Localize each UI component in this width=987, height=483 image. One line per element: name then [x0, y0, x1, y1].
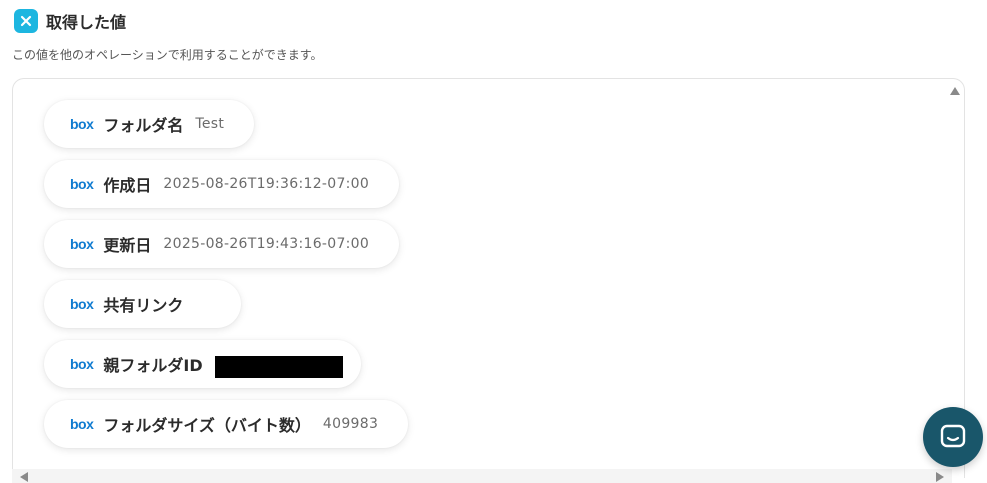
- box-logo-icon: box: [70, 356, 94, 372]
- values-panel: box フォルダ名 Test box 作成日 2025-08-26T19:36:…: [12, 78, 965, 478]
- horizontal-scrollbar[interactable]: [12, 469, 952, 483]
- section-title: 取得した値: [46, 13, 127, 32]
- chip-value: Test: [195, 116, 225, 132]
- value-chip-folder-size[interactable]: box フォルダサイズ（バイト数） 409983: [44, 400, 409, 448]
- chip-label: 共有リンク: [103, 296, 184, 315]
- box-logo-icon: box: [70, 176, 94, 192]
- section-header: 取得した値: [14, 8, 126, 34]
- chat-icon: [940, 424, 966, 448]
- value-chip-updated-at[interactable]: box 更新日 2025-08-26T19:43:16-07:00: [44, 220, 400, 268]
- box-logo-icon: box: [70, 416, 94, 432]
- chip-label: フォルダサイズ（バイト数）: [103, 416, 311, 435]
- chat-launcher-button[interactable]: [923, 407, 983, 467]
- chip-value: 2025-08-26T19:36:12-07:00: [163, 176, 370, 192]
- redacted-value: [214, 356, 343, 378]
- scroll-left-arrow-icon[interactable]: [20, 472, 28, 482]
- value-chip-folder-name[interactable]: box フォルダ名 Test: [44, 100, 255, 148]
- scroll-right-arrow-icon[interactable]: [936, 472, 944, 482]
- box-logo-icon: box: [70, 236, 94, 252]
- box-logo-icon: box: [70, 296, 94, 312]
- box-logo-icon: box: [70, 116, 94, 132]
- value-chip-parent-folder-id[interactable]: box 親フォルダID: [44, 340, 361, 388]
- chip-label: 更新日: [103, 236, 152, 255]
- scroll-up-arrow-icon[interactable]: [950, 87, 960, 95]
- value-chip-created-at[interactable]: box 作成日 2025-08-26T19:36:12-07:00: [44, 160, 400, 208]
- yoom-x-icon: [14, 9, 38, 33]
- chip-label: 親フォルダID: [103, 356, 203, 375]
- value-chip-shared-link[interactable]: box 共有リンク: [44, 280, 242, 328]
- chip-value: 2025-08-26T19:43:16-07:00: [163, 236, 370, 252]
- chip-value: 409983: [322, 416, 379, 432]
- chip-label: フォルダ名: [103, 116, 184, 135]
- chip-label: 作成日: [103, 176, 152, 195]
- section-description: この値を他のオペレーションで利用することができます。: [12, 48, 323, 62]
